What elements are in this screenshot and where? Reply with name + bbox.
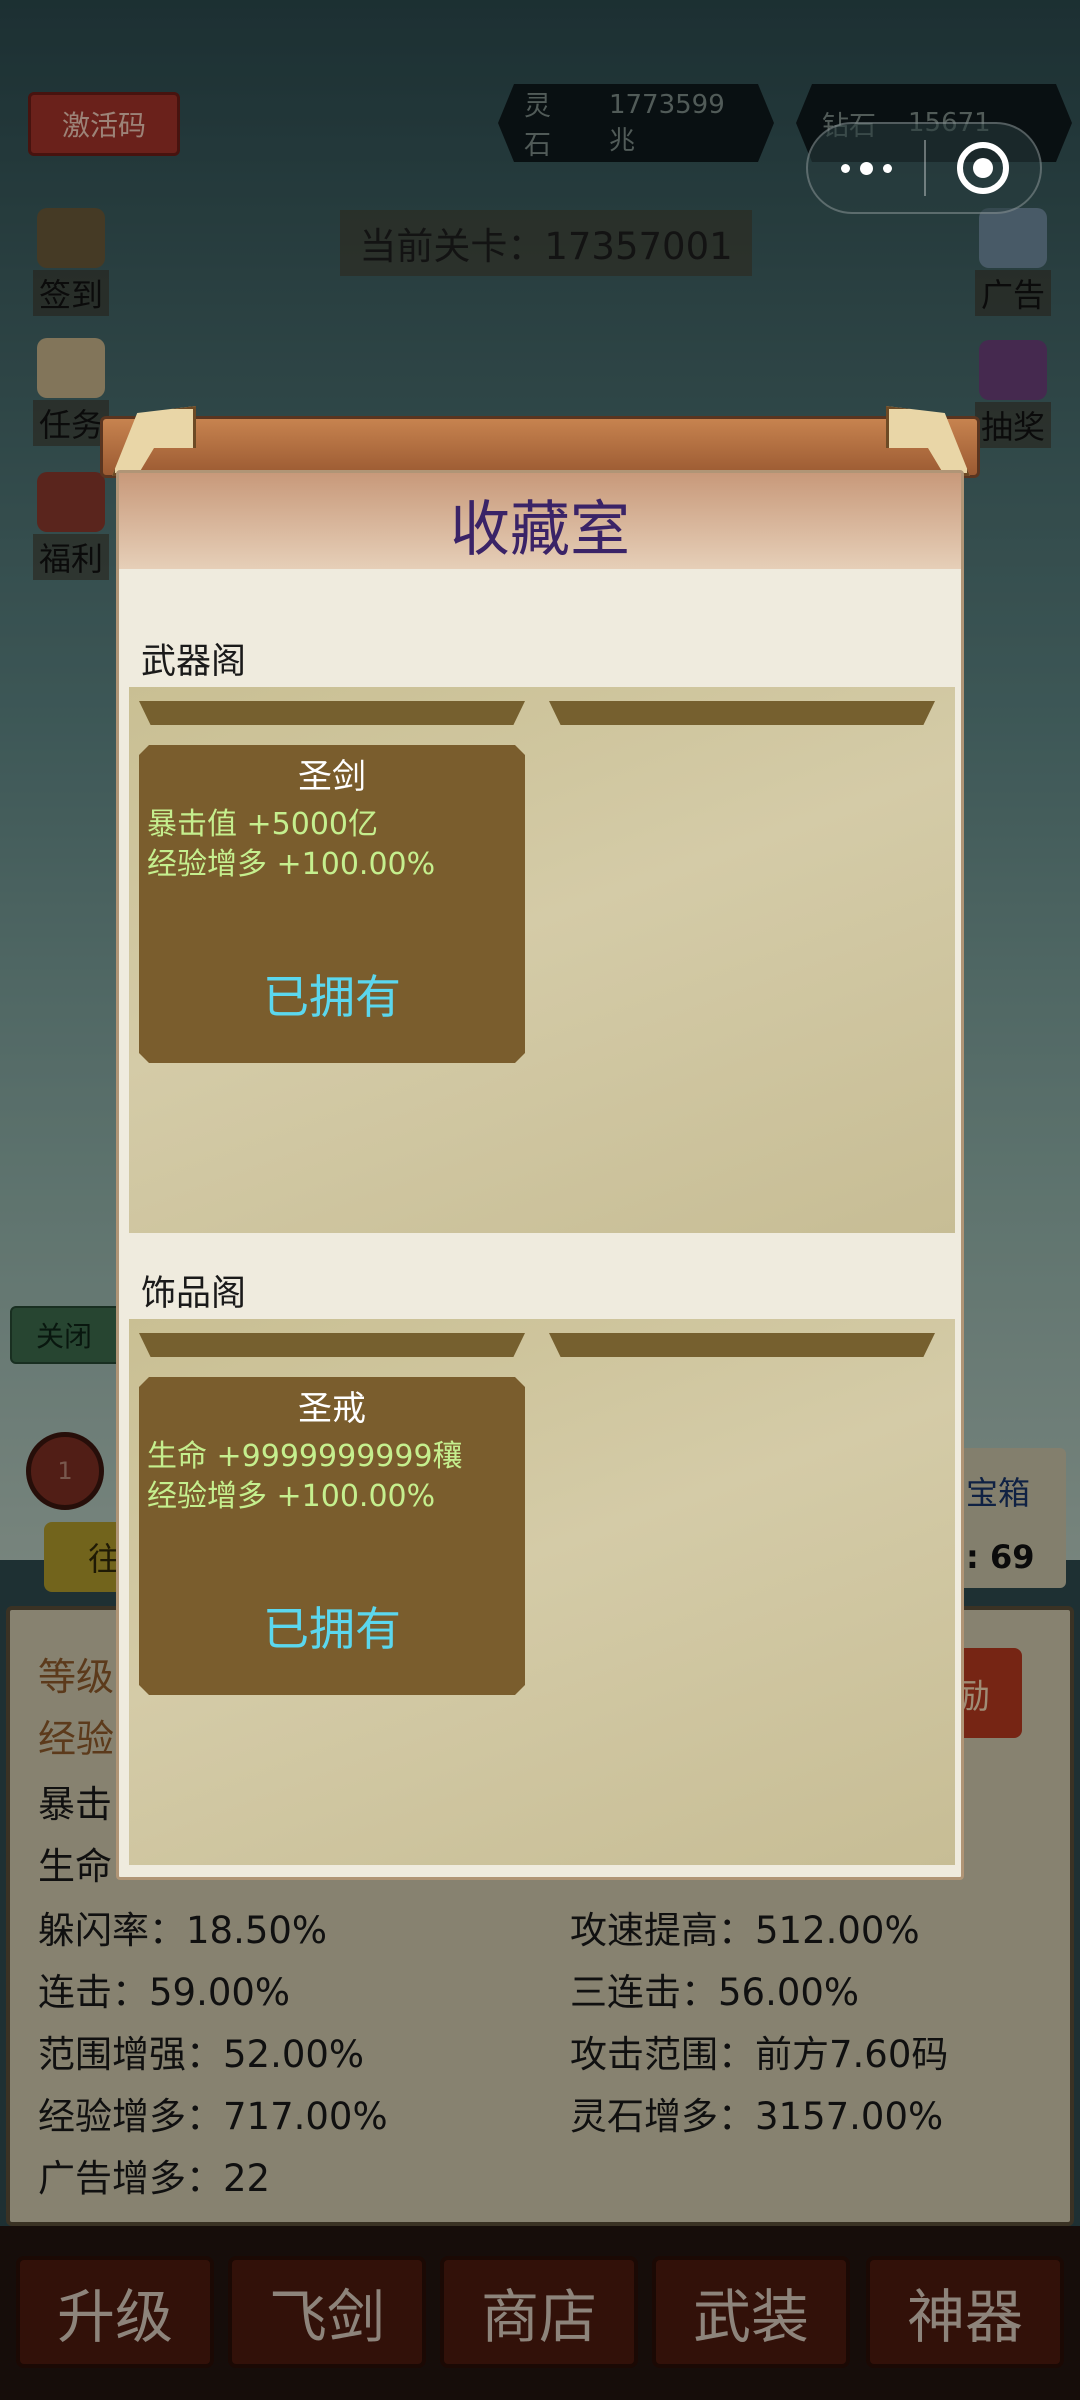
accessory-stat: 生命 +9999999999穰 [147, 1439, 463, 1474]
accessory-owned-status: 已拥有 [263, 1602, 401, 1656]
weapons-section: 圣剑 暴击值 +5000亿 经验增多 +100.00% 已拥有 [129, 687, 955, 1233]
slot-header-bar [139, 701, 525, 725]
accessory-stat: 经验增多 +100.00% [147, 1479, 436, 1514]
weapons-section-title: 武器阁 [141, 642, 247, 682]
weapon-owned-status: 已拥有 [263, 970, 401, 1024]
slot-header-bar [549, 1333, 935, 1357]
accessories-section-title: 饰品阁 [141, 1274, 247, 1314]
modal-header: 收藏室 [119, 473, 961, 569]
modal-title: 收藏室 [450, 495, 630, 565]
weapon-card[interactable]: 圣剑 暴击值 +5000亿 经验增多 +100.00% 已拥有 [139, 745, 525, 1063]
slot-header-bar [139, 1333, 525, 1357]
accessories-section: 圣戒 生命 +9999999999穰 经验增多 +100.00% 已拥有 [129, 1319, 955, 1865]
weapon-stat: 经验增多 +100.00% [147, 847, 436, 882]
weapon-stat: 暴击值 +5000亿 [147, 807, 379, 842]
slot-header-bar [549, 701, 935, 725]
weapon-name: 圣剑 [298, 757, 366, 797]
collection-modal: 收藏室 武器阁 圣剑 暴击值 +5000亿 经验增多 +100.00% 已拥有 … [116, 430, 964, 1886]
accessory-name: 圣戒 [298, 1389, 366, 1429]
accessory-card[interactable]: 圣戒 生命 +9999999999穰 经验增多 +100.00% 已拥有 [139, 1377, 525, 1695]
modal-body: 收藏室 武器阁 圣剑 暴击值 +5000亿 经验增多 +100.00% 已拥有 … [116, 470, 964, 1880]
miniprogram-capsule [806, 122, 1042, 214]
more-menu-icon[interactable] [808, 161, 924, 175]
close-miniprogram-icon[interactable] [926, 142, 1040, 194]
